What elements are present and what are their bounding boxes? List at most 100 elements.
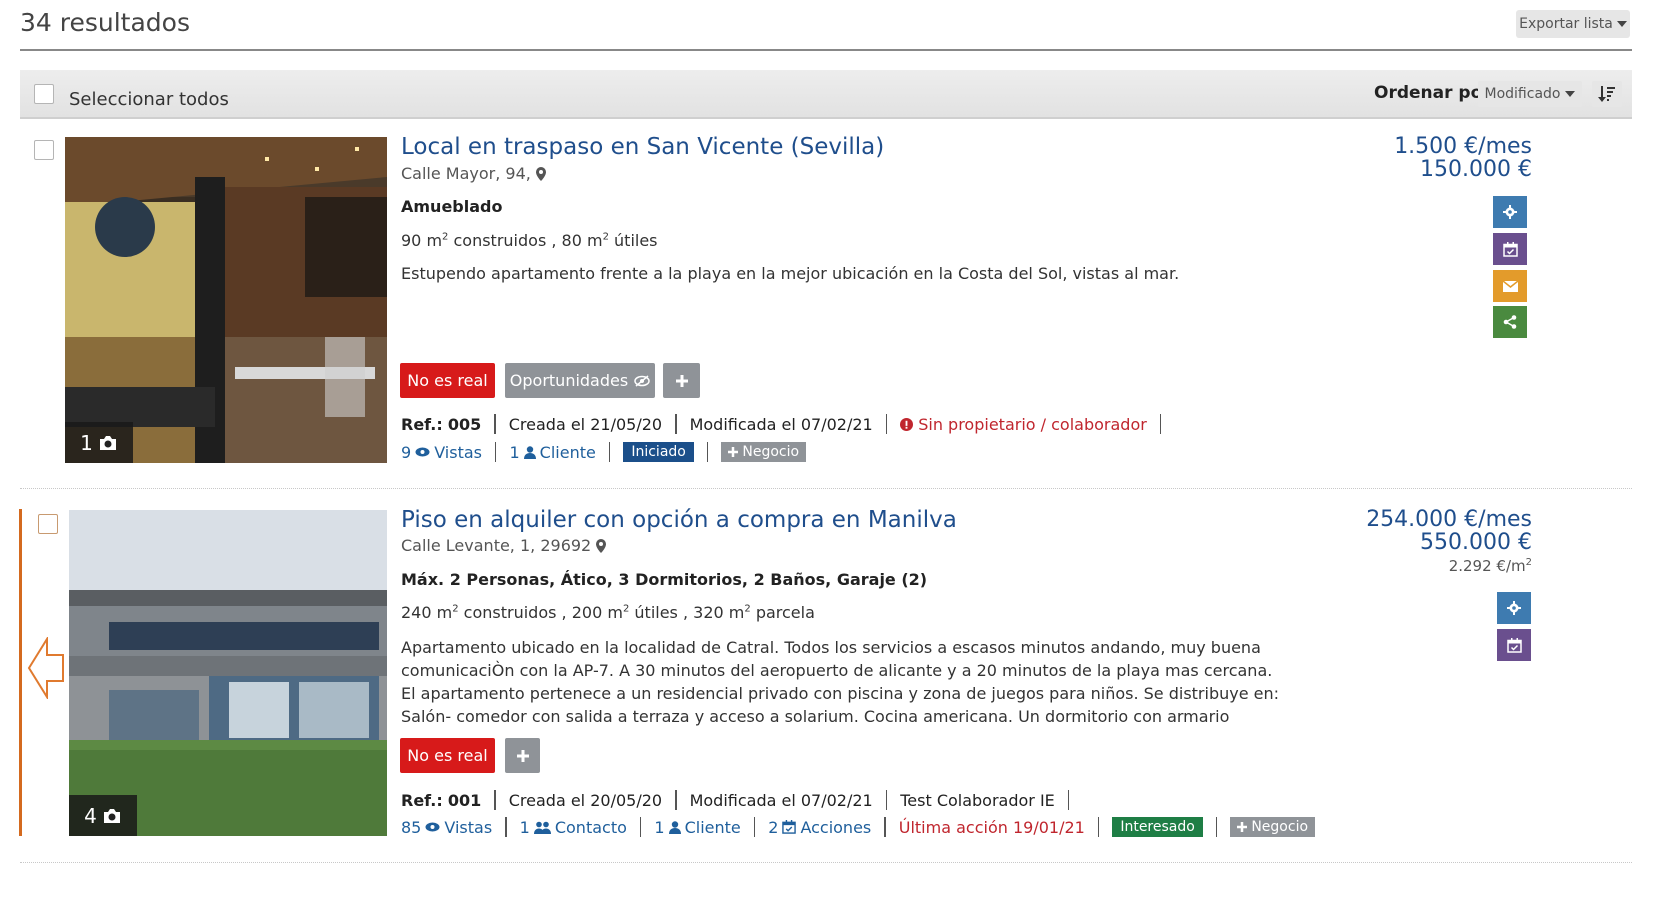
envelope-icon xyxy=(1502,280,1518,292)
listing-photo[interactable] xyxy=(69,510,387,836)
listing-checkbox[interactable] xyxy=(38,514,58,534)
email-button[interactable] xyxy=(1493,270,1527,302)
calendar-button[interactable] xyxy=(1497,629,1531,661)
caret-down-icon xyxy=(1565,91,1576,97)
export-list-label: Exportar lista xyxy=(1519,16,1613,32)
settings-button[interactable] xyxy=(1493,196,1527,228)
area-useful: 80 m xyxy=(561,231,603,250)
area-useful: 200 m xyxy=(571,603,623,622)
modified-date: Modificada el 07/02/21 xyxy=(689,790,873,810)
listing-title[interactable]: Piso en alquiler con opción a compra en … xyxy=(401,507,957,533)
listing-photo[interactable] xyxy=(65,137,387,463)
status-badge[interactable]: Iniciado xyxy=(623,442,694,462)
export-list-button[interactable]: Exportar lista xyxy=(1516,10,1630,38)
address-text: Calle Mayor, 94, xyxy=(401,164,531,183)
price-per-m2-value: 2.292 €/m xyxy=(1448,557,1526,575)
area-useful-suffix: útiles xyxy=(608,231,658,250)
area-built: 90 m xyxy=(401,231,443,250)
price-rent: 254.000 €/mes xyxy=(1366,507,1532,532)
meta-separator xyxy=(885,414,888,434)
meta-separator xyxy=(494,442,497,462)
photo-count-badge: 1 xyxy=(65,422,133,463)
exclamation-circle-icon xyxy=(900,417,914,431)
price-rent: 1.500 €/mes xyxy=(1394,134,1532,159)
meta-separator xyxy=(1097,817,1100,837)
not-real-tag[interactable]: No es real xyxy=(400,738,495,773)
contacts-count: 1 xyxy=(519,817,530,837)
meta-separator xyxy=(1159,414,1162,434)
calendar-check-icon xyxy=(782,820,797,834)
gear-icon xyxy=(1503,205,1517,219)
sort-descending-icon xyxy=(1598,86,1615,102)
created-date: Creada el 21/05/20 xyxy=(508,414,663,434)
business-label: Negocio xyxy=(1251,819,1309,835)
camera-icon xyxy=(103,808,120,823)
views-count: 85 xyxy=(401,817,422,837)
views-count: 9 xyxy=(401,442,412,462)
arrow-left-icon[interactable] xyxy=(27,637,65,699)
actions-link[interactable]: 2 Acciones xyxy=(768,818,871,837)
views-link[interactable]: 85 Vistas xyxy=(401,818,492,837)
owner-warning-text: Sin propietario / colaborador xyxy=(918,414,1147,434)
listing-address: Calle Mayor, 94, xyxy=(401,164,546,183)
business-button[interactable]: Negocio xyxy=(1230,817,1316,837)
sort-select[interactable]: Modificado xyxy=(1478,81,1582,107)
select-all-checkbox[interactable] xyxy=(34,84,54,104)
area-built-suffix: construidos , xyxy=(448,231,562,250)
camera-icon xyxy=(99,435,116,450)
opportunities-button[interactable]: Oportunidades xyxy=(505,363,655,398)
sort-select-value: Modificado xyxy=(1484,86,1561,102)
listing-address: Calle Levante, 1, 29692 xyxy=(401,536,607,555)
listing-meta-row: Ref.: 001 Creada el 20/05/20 Modificada … xyxy=(401,790,1082,810)
not-real-tag[interactable]: No es real xyxy=(400,363,495,398)
price-sale: 150.000 € xyxy=(1420,157,1532,182)
clients-link[interactable]: 1 Cliente xyxy=(509,443,595,462)
house-photo-image xyxy=(69,510,387,836)
modified-date: Modificada el 07/02/21 xyxy=(689,414,873,434)
meta-separator xyxy=(1067,790,1070,810)
clients-count: 1 xyxy=(509,442,520,462)
meta-separator xyxy=(639,817,642,837)
eye-slash-icon xyxy=(634,374,650,387)
plus-icon xyxy=(1237,822,1248,832)
results-count: 34 resultados xyxy=(20,8,190,37)
price-sale: 550.000 € xyxy=(1420,530,1532,555)
listing-checkbox[interactable] xyxy=(34,140,54,160)
opportunities-label: Oportunidades xyxy=(509,371,629,390)
owner-warning[interactable]: Sin propietario / colaborador xyxy=(900,415,1147,434)
meta-separator xyxy=(608,442,611,462)
contacts-link[interactable]: 1 Contacto xyxy=(520,818,627,837)
views-link[interactable]: 9 Vistas xyxy=(401,443,482,462)
meta-separator xyxy=(675,790,677,810)
user-icon xyxy=(523,445,536,459)
plus-icon xyxy=(516,749,529,762)
select-all-label: Seleccionar todos xyxy=(69,89,229,110)
meta-separator xyxy=(1215,817,1218,837)
status-badge[interactable]: Interesado xyxy=(1112,817,1203,837)
share-button[interactable] xyxy=(1493,306,1527,338)
business-button[interactable]: Negocio xyxy=(721,442,807,462)
listing-title[interactable]: Local en traspaso en San Vicente (Sevill… xyxy=(401,134,884,160)
settings-button[interactable] xyxy=(1497,592,1531,624)
add-button[interactable] xyxy=(505,738,540,773)
last-action: Última acción 19/01/21 xyxy=(898,817,1085,837)
price-per-m2: 2.292 €/m2 xyxy=(1449,557,1532,575)
ref-value: 005 xyxy=(447,414,482,434)
collaborator-name: Test Colaborador IE xyxy=(900,790,1055,810)
business-label: Negocio xyxy=(742,444,800,460)
meta-separator xyxy=(753,817,756,837)
meta-separator xyxy=(706,442,709,462)
area-built-suffix: construidos , xyxy=(458,603,572,622)
listing-stats-row: 9 Vistas 1 Cliente Iniciado Negocio xyxy=(401,442,807,462)
meta-separator xyxy=(494,414,496,434)
sort-direction-button[interactable] xyxy=(1592,81,1622,107)
area-plot-suffix: parcela xyxy=(750,603,815,622)
eye-icon xyxy=(415,447,430,457)
clients-link[interactable]: 1 Cliente xyxy=(654,818,740,837)
address-text: Calle Levante, 1, 29692 xyxy=(401,536,592,555)
plus-icon xyxy=(728,447,739,457)
listing-meta-row: Ref.: 005 Creada el 21/05/20 Modificada … xyxy=(401,414,1174,434)
add-button[interactable] xyxy=(663,363,700,398)
photo-count: 4 xyxy=(84,803,97,828)
calendar-button[interactable] xyxy=(1493,233,1527,265)
